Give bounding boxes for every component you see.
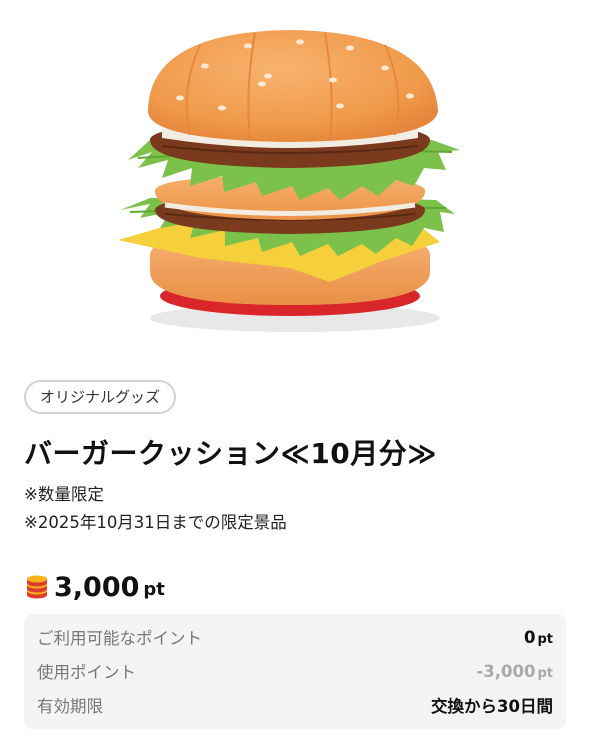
price-row: 3,000 pt xyxy=(24,570,165,604)
burger-cushion-illustration xyxy=(118,30,460,332)
available-points-value: 0 pt xyxy=(524,628,553,647)
used-points-label: 使用ポイント xyxy=(37,663,136,682)
product-note-quantity: ※数量限定 xyxy=(24,485,104,504)
available-points-label: ご利用可能なポイント xyxy=(37,629,202,648)
used-points-row: 使用ポイント -3,000 pt xyxy=(37,654,553,688)
points-summary: ご利用可能なポイント 0 pt 使用ポイント -3,000 pt 有効期限 交換から… xyxy=(24,614,566,729)
used-points-unit: pt xyxy=(537,665,553,681)
category-tag[interactable]: オリジナルグッズ xyxy=(24,380,177,414)
price-value: 3,000 xyxy=(54,571,140,603)
price-unit: pt xyxy=(143,579,165,600)
available-points-unit: pt xyxy=(537,631,553,647)
used-points-number: -3,000 xyxy=(476,661,536,681)
available-points-number: 0 xyxy=(523,627,536,647)
product-image xyxy=(0,0,590,355)
coin-stack-icon xyxy=(27,575,47,599)
expiry-value: 交換から30日間 xyxy=(431,697,553,716)
expiry-label: 有効期限 xyxy=(37,697,103,716)
used-points-value: -3,000 pt xyxy=(476,662,553,681)
available-points-row: ご利用可能なポイント 0 pt xyxy=(37,620,553,654)
product-title: バーガークッション≪10月分≫ xyxy=(24,437,438,470)
expiry-row: 有効期限 交換から30日間 xyxy=(37,688,553,722)
product-note-deadline: ※2025年10月31日までの限定景品 xyxy=(24,513,287,532)
